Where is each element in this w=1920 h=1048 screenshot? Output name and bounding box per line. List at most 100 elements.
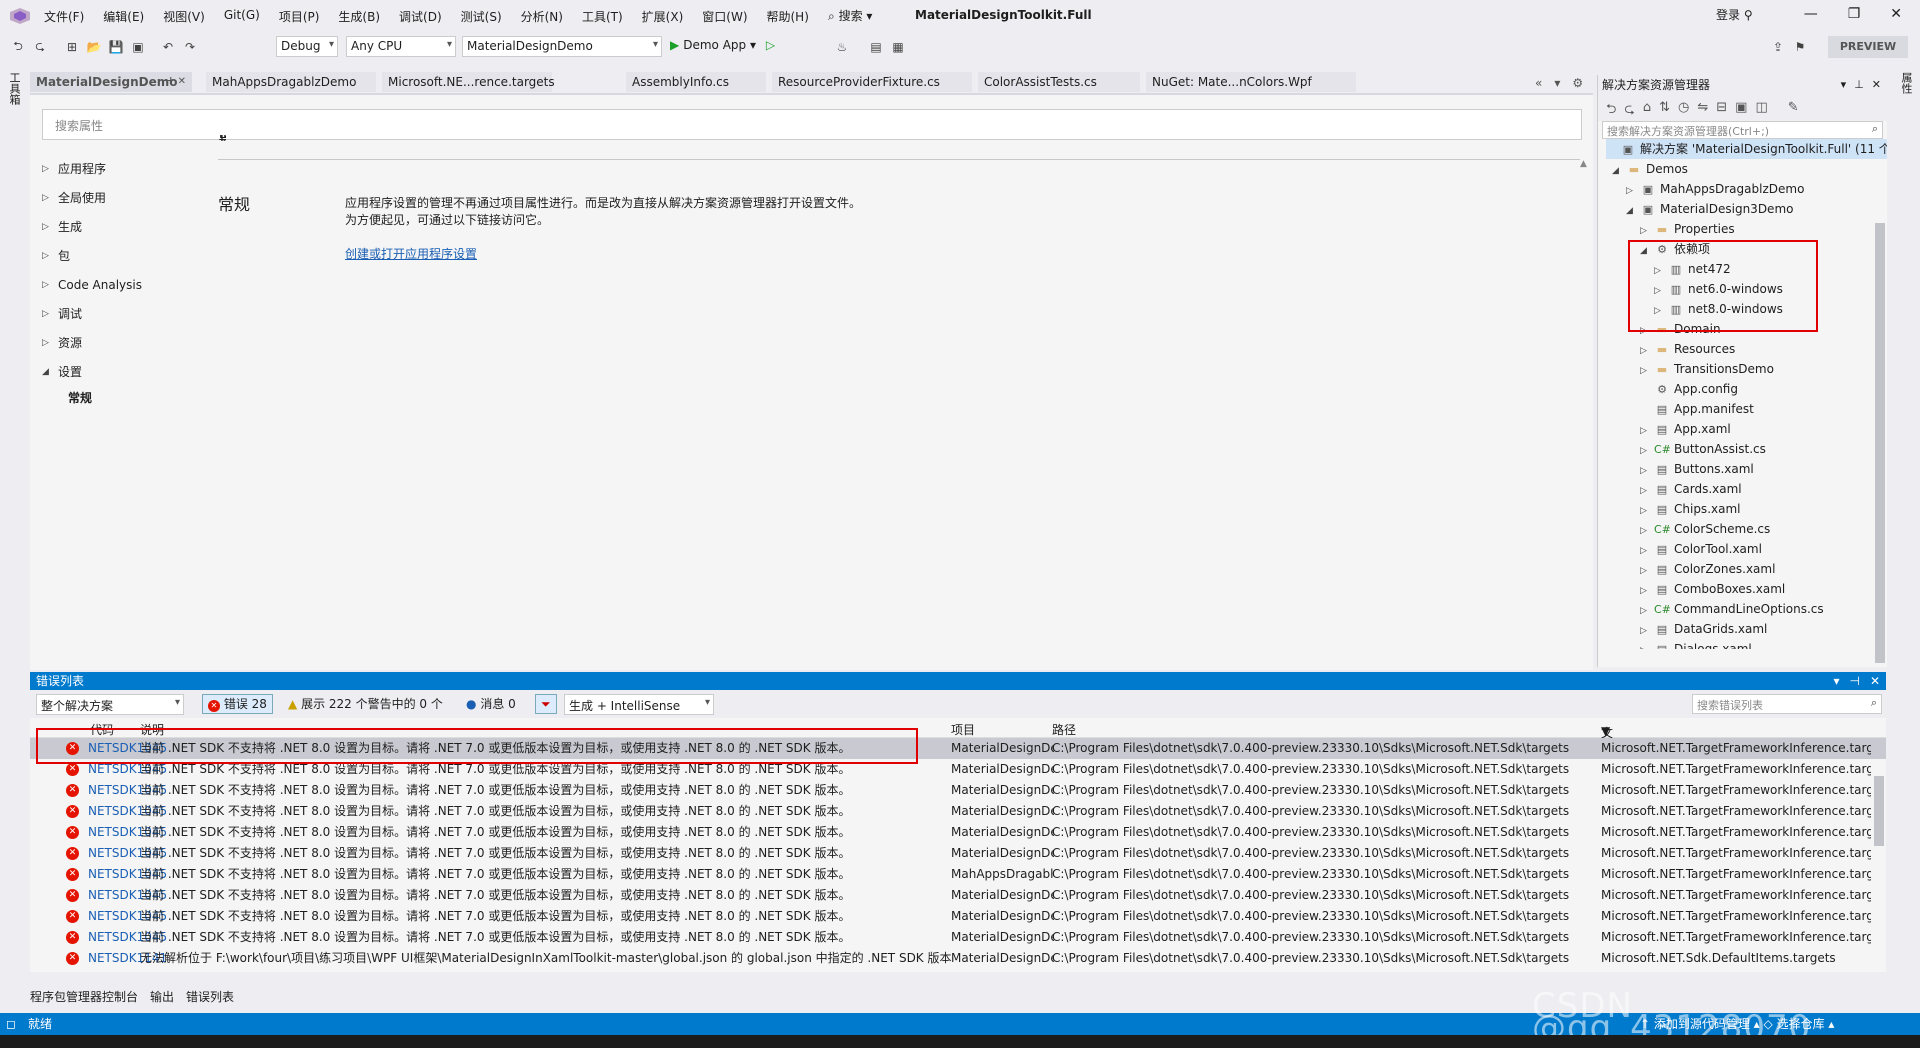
close-icon[interactable]: ✕ <box>1872 75 1881 95</box>
layout-icon[interactable]: ▦ <box>890 39 906 55</box>
switch-views-icon[interactable]: ⇅ <box>1659 100 1670 122</box>
tree-node[interactable]: ▤ App.manifest <box>1640 399 1754 419</box>
pin-icon[interactable]: ⊣ <box>163 72 172 92</box>
redo-icon[interactable]: ↷ <box>182 39 198 55</box>
properties-scrollbar[interactable]: ▲ <box>1580 155 1592 665</box>
nav-item-package[interactable]: ▷ 包 <box>42 242 192 271</box>
nav-item-code-analysis[interactable]: ▷ Code Analysis <box>42 271 192 300</box>
menu-item[interactable]: 扩展(X) <box>642 8 684 25</box>
notification-icon[interactable]: ◻ <box>6 1013 16 1035</box>
solution-search-input[interactable]: 搜索解决方案资源管理器(Ctrl+;) ⌕ <box>1602 121 1883 139</box>
tree-node[interactable]: ▷ ▬ Resources <box>1640 339 1735 359</box>
back-icon[interactable]: ⮌ <box>1606 100 1616 122</box>
tree-node[interactable]: ▷ ▣ MahAppsDragablzDemo <box>1626 179 1804 199</box>
global-search[interactable]: ⌕ 搜索 ▾ <box>828 7 872 24</box>
feedback-icon[interactable]: ⚑ <box>1792 39 1808 55</box>
restore-icon[interactable]: ❐ <box>1848 6 1861 22</box>
properties-icon[interactable]: ✎ <box>1788 100 1799 122</box>
tab-materialdesigndemo[interactable]: MaterialDesignDemo ⊣ ✕ <box>30 72 192 92</box>
error-search-input[interactable]: 搜索错误列表 ⌕ <box>1692 694 1882 714</box>
hot-reload-icon[interactable]: ♨ <box>834 39 850 55</box>
forward-icon[interactable]: ⮎ <box>1624 100 1634 122</box>
chevron-right-icon[interactable]: ▷ <box>1640 221 1654 241</box>
menu-item[interactable]: 文件(F) <box>44 8 84 25</box>
errors-filter-button[interactable]: ✕ 错误 28 <box>202 694 273 714</box>
chevron-right-icon[interactable]: ▷ <box>1640 521 1654 541</box>
tree-node[interactable]: ▷ C# ButtonAssist.cs <box>1640 439 1766 459</box>
error-row[interactable]: ✕ NETSDK1045 当前 .NET SDK 不支持将 .NET 8.0 设置为… <box>30 780 1886 801</box>
nav-item-resources[interactable]: ▷ 资源 <box>42 329 192 358</box>
error-row[interactable]: ✕ NETSDK1045 当前 .NET SDK 不支持将 .NET 8.0 设置为… <box>30 864 1886 885</box>
start-debugging-button[interactable]: ▶ Demo App ▾ ▷ <box>670 38 775 52</box>
error-row[interactable]: ✕ NETSDK1141 无法解析位于 F:\work\four\项目\练习项目\W… <box>30 948 1886 969</box>
tab-output[interactable]: 输出 <box>150 988 174 1008</box>
settings-icon[interactable]: ⚙ <box>1572 76 1583 90</box>
forward-icon[interactable]: ⮎ <box>32 39 48 55</box>
nav-item-build[interactable]: ▷ 生成 <box>42 213 192 242</box>
filter-icon[interactable]: ⏷ <box>535 694 557 714</box>
menu-item[interactable]: 帮助(H) <box>767 8 809 25</box>
tree-node[interactable]: ▷▤ Dialogs.xaml <box>1640 639 1752 649</box>
open-settings-link[interactable]: 创建或打开应用程序设置 <box>345 245 477 262</box>
tree-node[interactable]: ◢ ▣ MaterialDesign3Demo <box>1626 199 1793 219</box>
chevron-right-icon[interactable]: ▷ <box>1640 501 1654 521</box>
pin-icon[interactable]: ⊥ <box>1854 75 1864 95</box>
tab-colorassisttests[interactable]: ColorAssistTests.cs <box>978 72 1140 92</box>
tree-node[interactable]: ▷ ▤ ComboBoxes.xaml <box>1640 579 1785 599</box>
error-row[interactable]: ✕ NETSDK1045 当前 .NET SDK 不支持将 .NET 8.0 设置为… <box>30 843 1886 864</box>
messages-filter-button[interactable]: ● 消息 0 <box>460 694 522 714</box>
undo-icon[interactable]: ↶ <box>160 39 176 55</box>
solution-scrollbar[interactable] <box>1875 223 1885 663</box>
properties-tab[interactable]: 属性 <box>1898 72 1914 94</box>
menu-item[interactable]: 项目(P) <box>279 8 320 25</box>
show-all-files-icon[interactable]: ▣ <box>1735 100 1747 122</box>
share-icon[interactable]: ⇪ <box>1770 39 1786 55</box>
tree-node[interactable]: ▷ ▤ ColorTool.xaml <box>1640 539 1762 559</box>
chevron-right-icon[interactable]: ▷ <box>1640 541 1654 561</box>
tree-node[interactable]: ⚙ App.config <box>1640 379 1738 399</box>
error-row[interactable]: ✕ NETSDK1045 当前 .NET SDK 不支持将 .NET 8.0 设置为… <box>30 801 1886 822</box>
scroll-tabs-icon[interactable]: « <box>1535 76 1542 90</box>
menu-item[interactable]: 分析(N) <box>521 8 563 25</box>
nav-item-application[interactable]: ▷ 应用程序 <box>42 155 192 184</box>
chevron-down-icon[interactable]: ▾ <box>1833 672 1839 690</box>
tab-error-list[interactable]: 错误列表 <box>186 988 234 1008</box>
tab-list-icon[interactable]: ▾ <box>1554 76 1560 90</box>
nav-item-debug[interactable]: ▷ 调试 <box>42 300 192 329</box>
chevron-down-icon[interactable]: ◢ <box>1612 161 1626 181</box>
error-row[interactable]: ✕ NETSDK1045 当前 .NET SDK 不支持将 .NET 8.0 设置为… <box>30 927 1886 948</box>
nav-item-general[interactable]: 常规 <box>42 387 192 413</box>
search-properties-input[interactable]: 搜索属性 <box>42 109 1582 140</box>
chevron-right-icon[interactable]: ▷ <box>1640 341 1654 361</box>
new-project-icon[interactable]: ⊞ <box>64 39 80 55</box>
back-icon[interactable]: ⮌ <box>10 39 26 55</box>
chevron-right-icon[interactable]: ▷ <box>1626 181 1640 201</box>
chevron-right-icon[interactable]: ▷ <box>1640 361 1654 381</box>
tree-node[interactable]: ▷ C# ColorScheme.cs <box>1640 519 1770 539</box>
start-without-debug-icon[interactable]: ▷ <box>766 38 775 52</box>
sync-icon[interactable]: ⇋ <box>1697 100 1708 122</box>
menu-item[interactable]: 测试(S) <box>461 8 502 25</box>
tree-node[interactable]: ▷ ▤ Chips.xaml <box>1640 499 1740 519</box>
preview-icon[interactable]: ◫ <box>1755 100 1767 122</box>
menu-item[interactable]: 窗口(W) <box>702 8 747 25</box>
open-folder-icon[interactable]: 📂 <box>86 39 102 55</box>
nav-item-settings[interactable]: ◢ 设置 <box>42 358 192 387</box>
error-row[interactable]: ✕ NETSDK1045 当前 .NET SDK 不支持将 .NET 8.0 设置为… <box>30 885 1886 906</box>
collapse-all-icon[interactable]: ⊟ <box>1716 100 1727 122</box>
close-icon[interactable]: ✕ <box>178 72 186 92</box>
tree-node[interactable]: ▷ ▬ Properties <box>1640 219 1735 239</box>
toolbox-tab[interactable]: 工具箱 <box>6 72 22 105</box>
tab-nuget-colors[interactable]: NuGet: Mate...nColors.Wpf <box>1146 72 1356 92</box>
tree-node[interactable]: ▷ ▤ App.xaml <box>1640 419 1731 439</box>
tree-node[interactable]: ◢ ▬ Demos <box>1612 159 1688 179</box>
chevron-right-icon[interactable]: ▷ <box>1640 481 1654 501</box>
menu-item[interactable]: Git(G) <box>224 8 260 25</box>
save-icon[interactable]: 💾 <box>108 39 124 55</box>
chevron-right-icon[interactable]: ▷ <box>1640 601 1654 621</box>
chevron-right-icon[interactable]: ▷ <box>1640 421 1654 441</box>
tree-node[interactable]: ▣ 解决方案 'MaterialDesignToolkit.Full' (11 个… <box>1606 139 1887 159</box>
error-row[interactable]: ✕ NETSDK1045 当前 .NET SDK 不支持将 .NET 8.0 设置为… <box>30 906 1886 927</box>
home-icon[interactable]: ⌂ <box>1643 100 1651 122</box>
chevron-down-icon[interactable]: ▾ <box>1841 75 1847 95</box>
